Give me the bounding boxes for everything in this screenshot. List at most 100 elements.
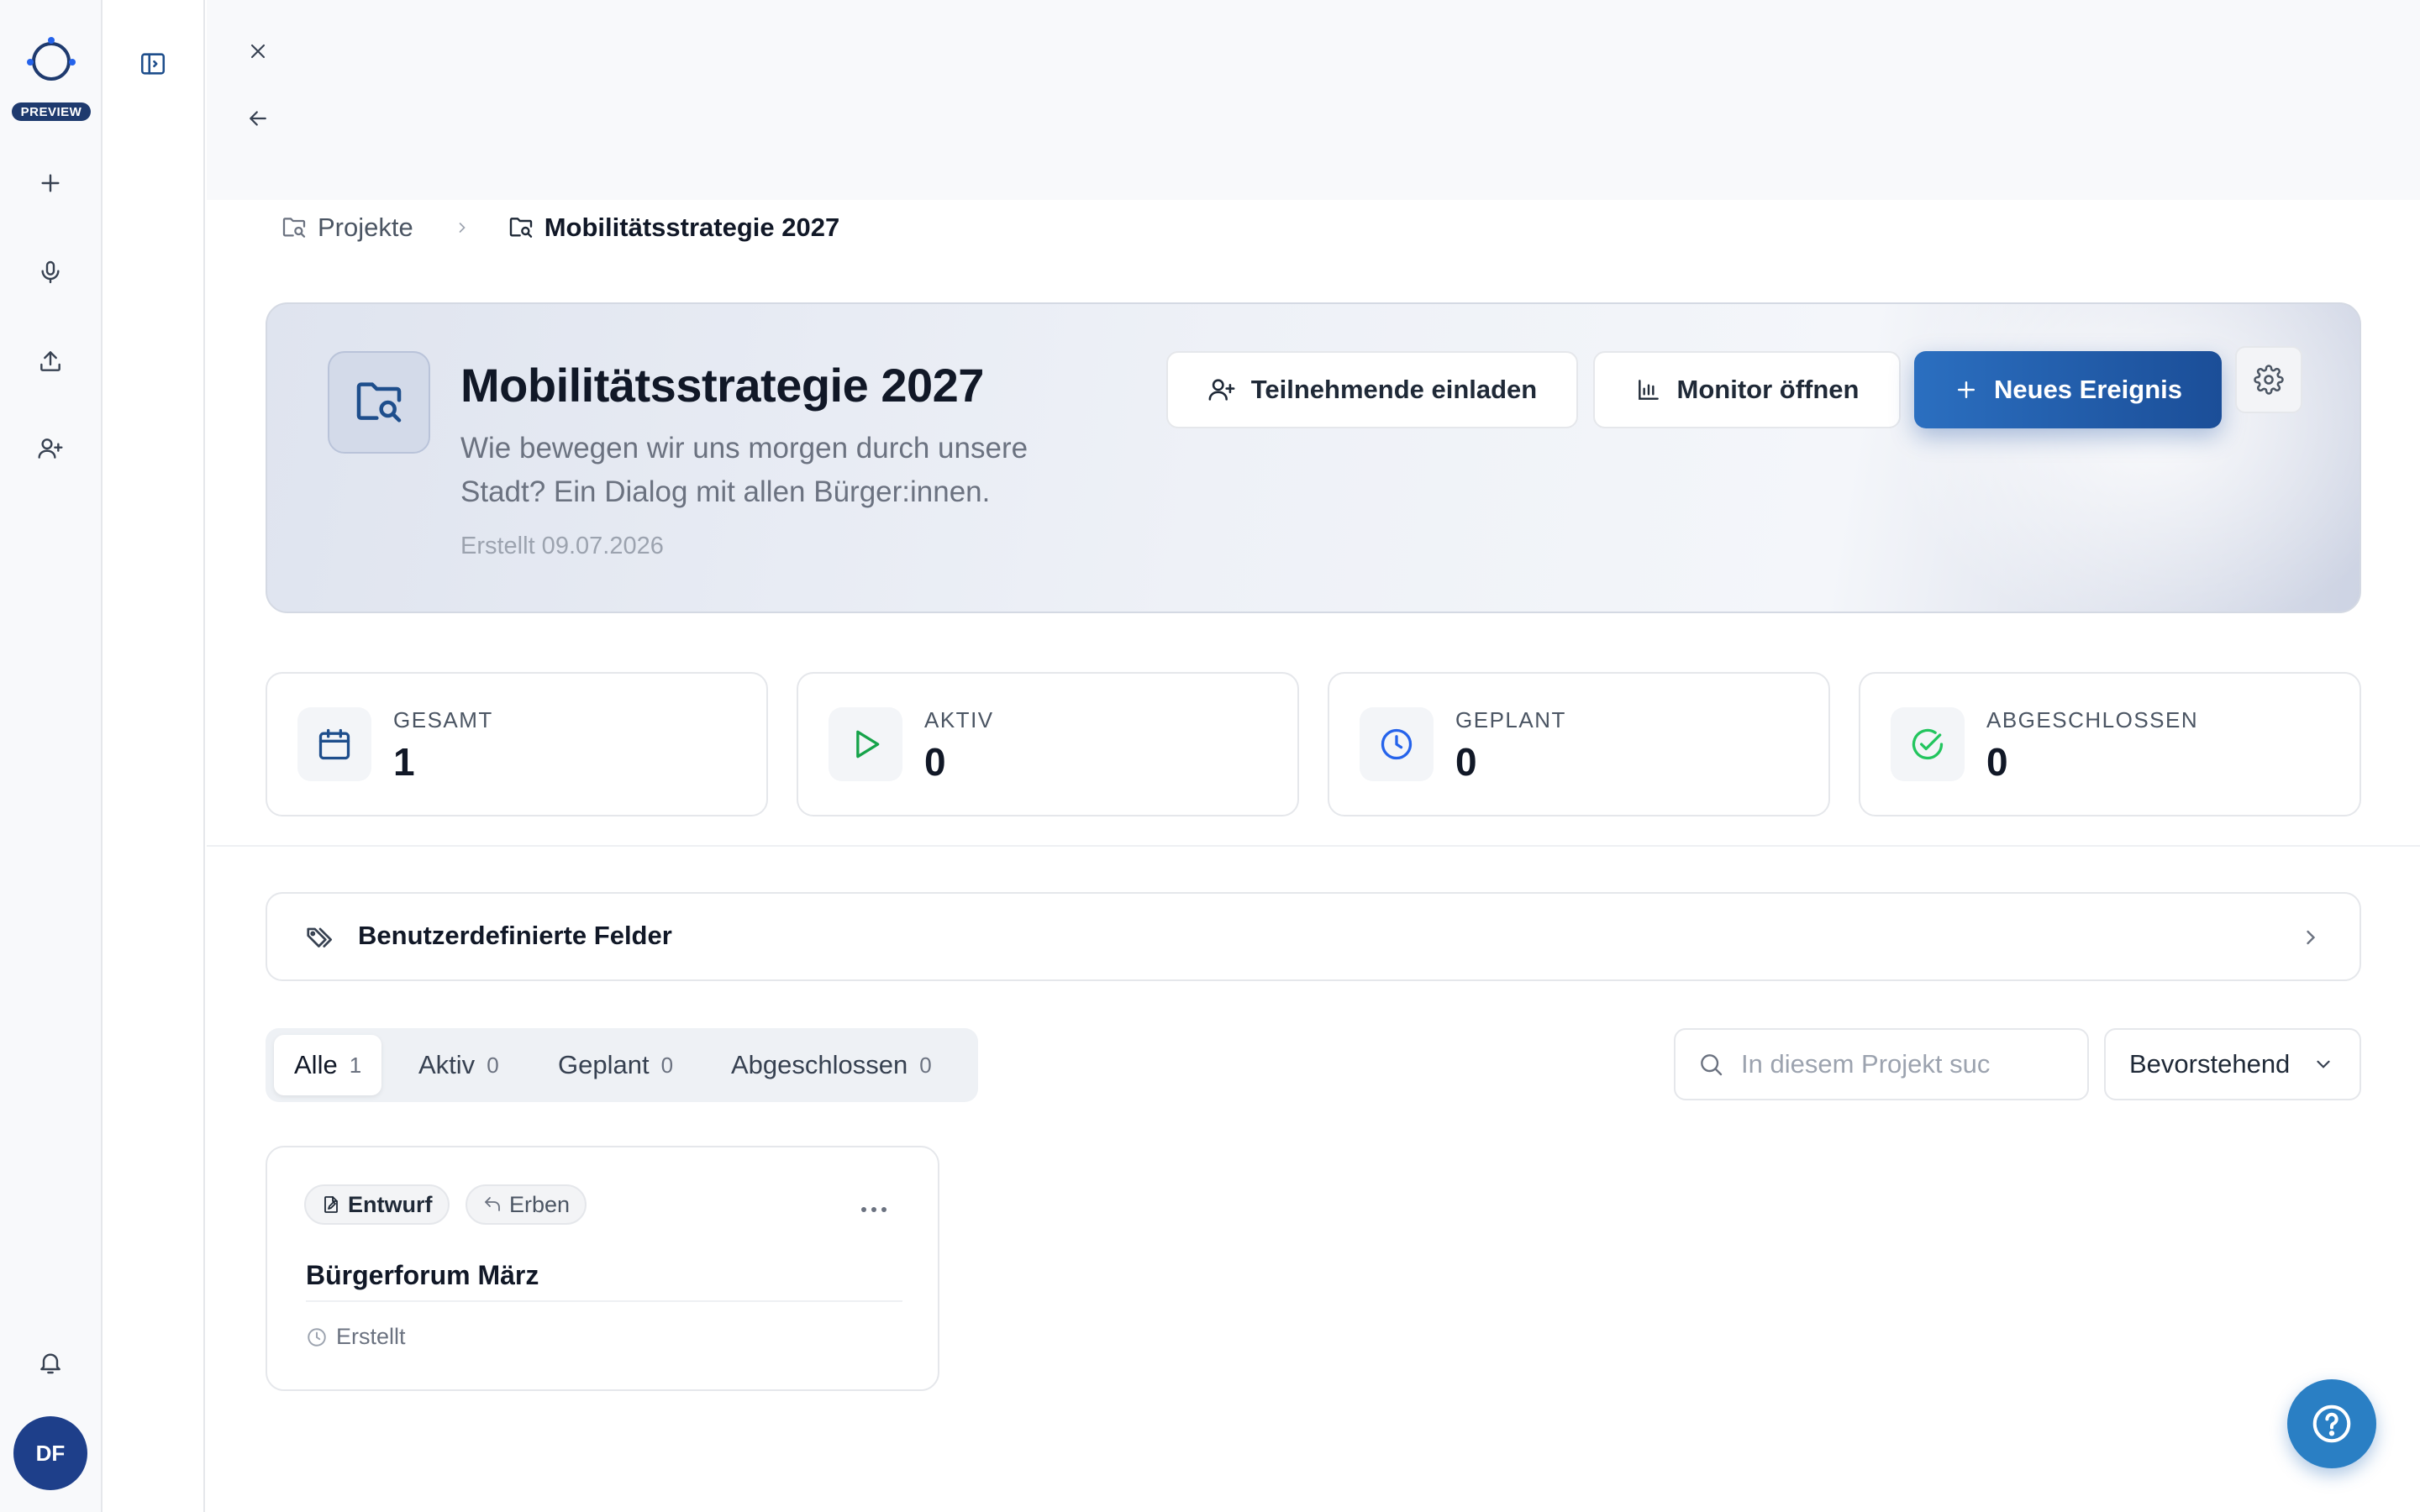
tab-active[interactable]: Aktiv 0 xyxy=(398,1035,519,1095)
new-button[interactable] xyxy=(30,163,71,203)
user-avatar[interactable]: DF xyxy=(13,1416,87,1490)
search-input[interactable] xyxy=(1741,1049,2077,1079)
sort-selected-label: Bevorstehend xyxy=(2129,1049,2291,1079)
new-event-button[interactable]: Neues Ereignis xyxy=(1914,351,2222,428)
user-plus-icon xyxy=(38,438,63,459)
chevron-right-icon xyxy=(2307,930,2316,945)
breadcrumb-projects[interactable]: Projekte xyxy=(281,213,413,243)
secondary-rail xyxy=(103,0,205,1512)
left-rail: PREVIEW DF xyxy=(0,0,103,1512)
record-button[interactable] xyxy=(30,252,71,292)
toggle-sidebar-button[interactable] xyxy=(133,44,173,84)
invite-user-button[interactable] xyxy=(30,428,71,469)
arrow-left-icon xyxy=(250,111,266,126)
preview-badge: PREVIEW xyxy=(12,102,91,121)
project-search xyxy=(1674,1028,2089,1100)
stat-card-planned: GEPLANT 0 xyxy=(1328,672,1830,816)
clock-icon xyxy=(308,1327,326,1347)
bell-icon xyxy=(40,1353,60,1374)
status-badge: Entwurf xyxy=(304,1184,450,1225)
project-settings-button[interactable] xyxy=(2235,346,2302,413)
file-edit-icon xyxy=(324,1196,338,1213)
card-divider xyxy=(306,1300,902,1302)
microphone-icon xyxy=(41,260,60,284)
stat-value: 0 xyxy=(1455,740,1477,784)
tab-completed[interactable]: Abgeschlossen 0 xyxy=(711,1035,952,1095)
check-circle-icon xyxy=(1912,728,1944,760)
breadcrumb-current-label: Mobilitätsstrategie 2027 xyxy=(544,213,840,242)
sort-select[interactable]: Bevorstehend xyxy=(2104,1028,2361,1100)
logo-ring-icon xyxy=(32,42,71,81)
tab-all[interactable]: Alle 1 xyxy=(274,1035,382,1095)
upload-icon xyxy=(40,351,60,371)
clock-icon xyxy=(1381,728,1413,760)
reply-icon xyxy=(485,1197,500,1211)
stat-value: 0 xyxy=(1986,740,2008,784)
calendar-icon xyxy=(318,728,350,760)
folder-search-icon xyxy=(509,218,532,238)
plus-icon xyxy=(1958,381,1975,398)
stat-icon xyxy=(1360,707,1434,781)
play-icon xyxy=(856,730,880,759)
breadcrumb-current: Mobilitätsstrategie 2027 xyxy=(508,213,839,243)
stat-label: GEPLANT xyxy=(1455,707,1566,732)
search-icon xyxy=(1701,1054,1723,1076)
notifications-button[interactable] xyxy=(30,1342,71,1383)
logo-dot xyxy=(27,59,34,66)
stat-card-total: GESAMT 1 xyxy=(266,672,768,816)
tab-count: 0 xyxy=(919,1052,932,1078)
folder-search-icon xyxy=(282,218,306,238)
tab-label: Geplant xyxy=(558,1050,650,1079)
inherit-badge-label: Erben xyxy=(509,1191,571,1217)
tab-label: Aktiv xyxy=(418,1050,476,1079)
stat-icon xyxy=(297,707,371,781)
plus-icon xyxy=(41,174,60,192)
chevron-down-icon xyxy=(2317,1060,2330,1068)
stat-value: 1 xyxy=(393,740,415,784)
stat-label: AKTIV xyxy=(924,707,994,732)
user-plus-icon xyxy=(1208,379,1235,401)
gear-icon xyxy=(2254,365,2284,395)
app-logo[interactable]: PREVIEW xyxy=(12,37,91,121)
tab-count: 1 xyxy=(349,1052,362,1078)
project-icon xyxy=(328,351,430,454)
tab-planned[interactable]: Geplant 0 xyxy=(538,1035,693,1095)
open-monitor-label: Monitor öffnen xyxy=(1676,375,1860,404)
status-badge-label: Entwurf xyxy=(348,1191,433,1217)
invite-participants-button[interactable]: Teilnehmende einladen xyxy=(1166,351,1578,428)
close-button[interactable] xyxy=(238,31,278,71)
custom-fields-label: Benutzerdefinierte Felder xyxy=(358,921,672,950)
tab-label: Abgeschlossen xyxy=(731,1050,908,1079)
tags-icon xyxy=(307,927,333,948)
section-divider xyxy=(207,845,2420,847)
stat-card-active: AKTIV 0 xyxy=(797,672,1299,816)
open-monitor-button[interactable]: Monitor öffnen xyxy=(1593,351,1901,428)
stat-label: GESAMT xyxy=(393,707,493,732)
bar-chart-icon xyxy=(1638,380,1659,400)
breadcrumb: Projekte Mobilitätsstrategie 2027 xyxy=(281,208,839,247)
event-meta: Erstellt xyxy=(306,1324,406,1350)
tab-count: 0 xyxy=(660,1052,674,1078)
stat-label: ABGESCHLOSSEN xyxy=(1986,707,2199,732)
custom-fields-toggle[interactable]: Benutzerdefinierte Felder xyxy=(266,892,2361,981)
help-button[interactable] xyxy=(2287,1379,2376,1468)
stat-value: 0 xyxy=(924,740,946,784)
upload-button[interactable] xyxy=(30,341,71,381)
more-options-icon[interactable] xyxy=(854,1200,894,1220)
project-created-date: Erstellt 09.07.2026 xyxy=(460,533,664,559)
page-title: Mobilitätsstrategie 2027 xyxy=(460,359,984,412)
close-icon xyxy=(250,44,266,59)
back-button[interactable] xyxy=(238,98,278,139)
event-title: Bürgerforum März xyxy=(306,1260,539,1290)
sidebar-toggle-icon xyxy=(140,53,166,75)
event-filter-tabs: Alle 1 Aktiv 0 Geplant 0 Abgeschlossen 0 xyxy=(266,1028,978,1102)
help-circle-icon xyxy=(2312,1404,2351,1443)
project-description: Wie bewegen wir uns morgen durch unsere … xyxy=(460,432,1028,508)
logo-dot xyxy=(69,59,76,66)
project-header-card: Mobilitätsstrategie 2027 Wie bewegen wir… xyxy=(266,302,2361,613)
event-meta-label: Erstellt xyxy=(336,1324,406,1349)
event-card[interactable]: Entwurf Erben Bürgerforum März Erstellt xyxy=(266,1146,939,1391)
tab-count: 0 xyxy=(487,1052,499,1078)
stat-icon xyxy=(1891,707,1965,781)
stat-icon xyxy=(829,707,902,781)
